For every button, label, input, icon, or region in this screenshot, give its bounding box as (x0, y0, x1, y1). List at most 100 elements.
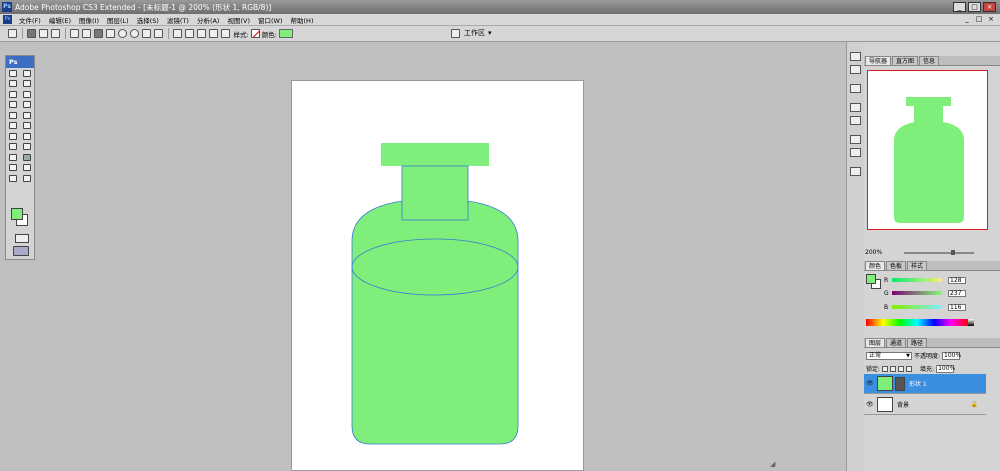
paragraph-icon[interactable] (850, 148, 861, 157)
rectangle-icon[interactable] (94, 29, 103, 38)
g-value[interactable]: 237 (948, 289, 966, 297)
tab-color[interactable]: 颜色 (865, 261, 886, 270)
menu-image[interactable]: 图像(I) (75, 15, 103, 25)
tab-paths[interactable]: 路径 (907, 338, 928, 347)
paths-icon[interactable] (39, 29, 48, 38)
tab-histogram[interactable]: 直方图 (892, 56, 919, 65)
layer-row-background[interactable]: 👁 背景 🔒 (864, 395, 986, 415)
polygon-icon[interactable] (130, 29, 139, 38)
notes-tool-icon[interactable] (9, 164, 17, 172)
lock-all-icon[interactable] (906, 365, 913, 372)
menu-window[interactable]: 窗口(W) (254, 15, 287, 25)
layer-name[interactable]: 形状 1 (909, 379, 927, 388)
pen-icon[interactable] (70, 29, 79, 38)
tab-navigator[interactable]: 导航器 (865, 56, 892, 65)
subtract-shape-icon[interactable] (197, 29, 206, 38)
menu-edit[interactable]: 编辑(E) (45, 15, 75, 25)
tool-preset-icon[interactable] (8, 29, 17, 38)
layer-row-shape1[interactable]: 👁 形状 1 (864, 374, 986, 394)
tab-styles[interactable]: 样式 (907, 261, 928, 270)
workspace-button[interactable]: 工作区 ▾ (449, 28, 492, 38)
document-canvas[interactable] (291, 80, 584, 471)
healing-brush-tool-icon[interactable] (9, 101, 17, 109)
tab-info[interactable]: 信息 (919, 56, 940, 65)
slice-tool-icon[interactable] (23, 90, 31, 98)
create-new-shape-icon[interactable] (173, 29, 182, 38)
lock-position-icon[interactable] (898, 365, 905, 372)
ps-menu-icon[interactable]: Ps (3, 15, 12, 24)
resize-grip-icon[interactable]: ◢ (770, 460, 775, 468)
pen-tool-icon[interactable] (9, 143, 17, 151)
blur-tool-icon[interactable] (9, 132, 17, 140)
zoom-tool-icon[interactable] (23, 174, 31, 182)
brushes-icon[interactable] (850, 103, 861, 112)
add-to-shape-icon[interactable] (185, 29, 194, 38)
color-foreground-swatch[interactable] (866, 274, 876, 284)
marquee-tool-icon[interactable] (9, 69, 17, 77)
menu-analysis[interactable]: 分析(A) (193, 15, 224, 25)
character-icon[interactable] (850, 135, 861, 144)
menu-filter[interactable]: 滤镜(T) (163, 15, 193, 25)
opacity-input[interactable]: 100% (942, 351, 961, 360)
custom-shape-icon[interactable] (154, 29, 163, 38)
layer-name[interactable]: 背景 (897, 400, 909, 409)
menu-select[interactable]: 选择(S) (133, 15, 163, 25)
hand-tool-icon[interactable] (9, 174, 17, 182)
g-slider[interactable] (892, 291, 942, 295)
tool-presets-icon[interactable] (850, 84, 861, 93)
rectangle-tool-icon[interactable] (23, 153, 31, 161)
navigator-preview[interactable] (867, 70, 988, 230)
eye-icon[interactable]: 👁 (866, 401, 874, 408)
freeform-pen-icon[interactable] (82, 29, 91, 38)
navigator-zoom-value[interactable]: 200% (865, 249, 882, 256)
b-value[interactable]: 116 (948, 303, 966, 311)
type-tool-icon[interactable] (23, 143, 31, 151)
eye-icon[interactable]: 👁 (866, 380, 874, 387)
fill-input[interactable]: 100% (936, 364, 955, 373)
move-tool-icon[interactable] (23, 69, 31, 77)
foreground-color-swatch[interactable] (11, 208, 23, 220)
lock-pixels-icon[interactable] (890, 365, 897, 372)
fill-pixels-icon[interactable] (51, 29, 60, 38)
tab-channels[interactable]: 通道 (886, 338, 907, 347)
history-brush-tool-icon[interactable] (23, 111, 31, 119)
navigator-zoom-slider[interactable] (904, 250, 974, 255)
shape-layers-icon[interactable] (27, 29, 36, 38)
history-icon[interactable] (850, 52, 861, 61)
dodge-tool-icon[interactable] (23, 132, 31, 140)
maximize-button[interactable]: □ (968, 2, 981, 12)
tab-layers[interactable]: 图层 (865, 338, 886, 347)
b-slider[interactable] (892, 305, 942, 309)
r-slider[interactable] (892, 278, 942, 282)
minimize-button[interactable]: _ (953, 2, 966, 12)
actions-icon[interactable] (850, 65, 861, 74)
gradient-tool-icon[interactable] (23, 122, 31, 130)
r-value[interactable]: 128 (948, 276, 966, 284)
doc-restore-button[interactable]: □ (974, 15, 984, 24)
line-icon[interactable] (142, 29, 151, 38)
close-button[interactable]: × (983, 2, 996, 12)
clone-source-icon[interactable] (850, 116, 861, 125)
intersect-shape-icon[interactable] (209, 29, 218, 38)
eraser-tool-icon[interactable] (9, 122, 17, 130)
color-spectrum[interactable] (866, 319, 968, 326)
lasso-tool-icon[interactable] (9, 80, 17, 88)
brush-tool-icon[interactable] (23, 101, 31, 109)
slider-knob[interactable] (951, 250, 955, 255)
doc-close-button[interactable]: × (986, 15, 996, 24)
layer-comps-icon[interactable] (850, 167, 861, 176)
screen-mode-icon[interactable] (13, 246, 29, 256)
lock-transparency-icon[interactable] (882, 365, 889, 372)
crop-tool-icon[interactable] (9, 90, 17, 98)
color-spectrum-bw[interactable] (968, 319, 974, 326)
menu-layer[interactable]: 图层(L) (103, 15, 133, 25)
quick-mask-icon[interactable] (15, 234, 29, 243)
color-swatch[interactable] (278, 29, 293, 38)
exclude-shape-icon[interactable] (221, 29, 230, 38)
menu-help[interactable]: 帮助(H) (287, 15, 318, 25)
menu-file[interactable]: 文件(F) (15, 15, 45, 25)
clone-stamp-tool-icon[interactable] (9, 111, 17, 119)
eyedropper-tool-icon[interactable] (23, 164, 31, 172)
rounded-rectangle-icon[interactable] (106, 29, 115, 38)
magic-wand-tool-icon[interactable] (23, 80, 31, 88)
